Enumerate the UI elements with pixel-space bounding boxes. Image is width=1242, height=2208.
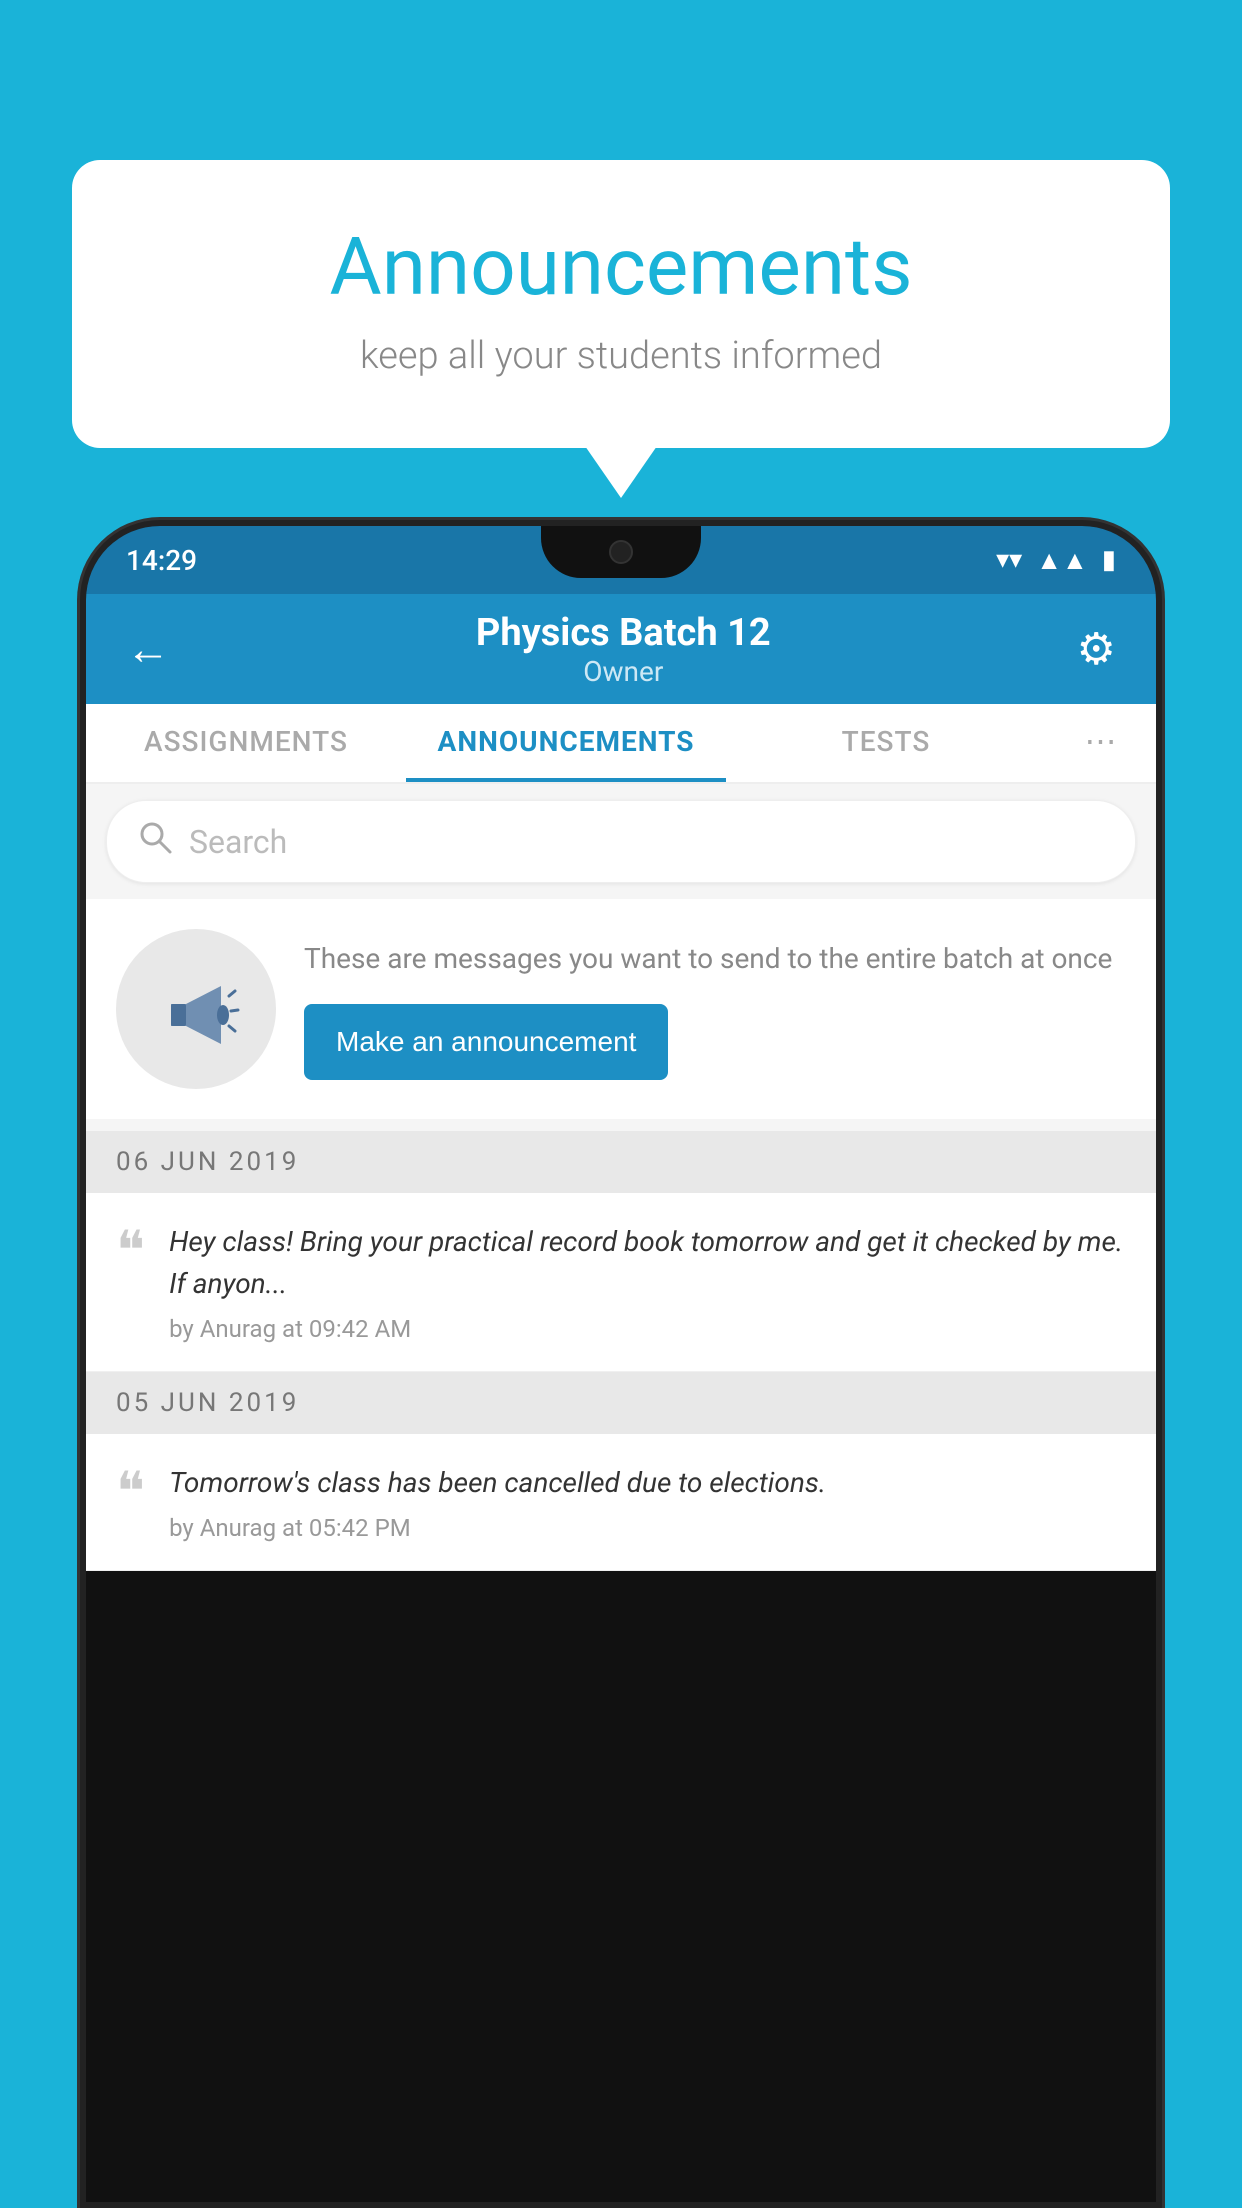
search-bar[interactable]: Search — [106, 800, 1136, 883]
notch — [541, 526, 701, 578]
bubble-title: Announcements — [152, 220, 1090, 314]
app-header: ← Physics Batch 12 Owner ⚙ — [86, 594, 1156, 704]
promo-card: These are messages you want to send to t… — [86, 899, 1156, 1119]
camera — [609, 540, 633, 564]
quote-icon-2: ❝ — [116, 1466, 145, 1520]
promo-description: These are messages you want to send to t… — [304, 938, 1126, 980]
search-placeholder: Search — [189, 823, 287, 861]
announcement-item-2[interactable]: ❝ Tomorrow's class has been cancelled du… — [86, 1434, 1156, 1571]
header-title: Physics Batch 12 — [476, 611, 771, 655]
make-announcement-button[interactable]: Make an announcement — [304, 1004, 668, 1080]
header-center: Physics Batch 12 Owner — [476, 611, 771, 688]
announcement-meta-2: by Anurag at 05:42 PM — [169, 1514, 1126, 1542]
status-bar: 14:29 ▾▾ ▲▲ ▮ — [86, 526, 1156, 594]
header-subtitle: Owner — [476, 655, 771, 688]
announcement-message-2: Tomorrow's class has been cancelled due … — [169, 1462, 1126, 1504]
battery-icon: ▮ — [1102, 545, 1116, 575]
date-separator-1: 06 JUN 2019 — [86, 1131, 1156, 1193]
tab-announcements[interactable]: ANNOUNCEMENTS — [406, 704, 726, 782]
signal-icon: ▲▲ — [1036, 545, 1087, 576]
announcement-text-1: Hey class! Bring your practical record b… — [169, 1221, 1126, 1343]
announcement-item-1[interactable]: ❝ Hey class! Bring your practical record… — [86, 1193, 1156, 1372]
back-button[interactable]: ← — [126, 623, 170, 675]
search-icon — [137, 819, 173, 864]
status-time: 14:29 — [126, 544, 197, 577]
app-content: Search These are messages — [86, 784, 1156, 1571]
date-separator-2: 05 JUN 2019 — [86, 1372, 1156, 1434]
wifi-icon: ▾▾ — [996, 545, 1022, 575]
tab-tests[interactable]: TESTS — [726, 704, 1046, 782]
phone-frame: 14:29 ▾▾ ▲▲ ▮ ← Physics Batch 12 Owner ⚙… — [80, 520, 1162, 2208]
announcement-message-1: Hey class! Bring your practical record b… — [169, 1221, 1126, 1305]
promo-icon-circle — [116, 929, 276, 1089]
announcement-text-2: Tomorrow's class has been cancelled due … — [169, 1462, 1126, 1542]
announcement-icon — [151, 964, 241, 1054]
announcement-meta-1: by Anurag at 09:42 AM — [169, 1315, 1126, 1343]
quote-icon-1: ❝ — [116, 1225, 145, 1279]
settings-icon[interactable]: ⚙ — [1077, 623, 1116, 675]
tab-assignments[interactable]: ASSIGNMENTS — [86, 704, 406, 782]
tab-more[interactable]: ⋯ — [1046, 704, 1156, 782]
promo-text-area: These are messages you want to send to t… — [304, 938, 1126, 1080]
speech-bubble-card: Announcements keep all your students inf… — [72, 160, 1170, 448]
tab-bar: ASSIGNMENTS ANNOUNCEMENTS TESTS ⋯ — [86, 704, 1156, 784]
speech-bubble-section: Announcements keep all your students inf… — [72, 160, 1170, 448]
status-icons: ▾▾ ▲▲ ▮ — [996, 545, 1116, 576]
bubble-subtitle: keep all your students informed — [152, 334, 1090, 378]
